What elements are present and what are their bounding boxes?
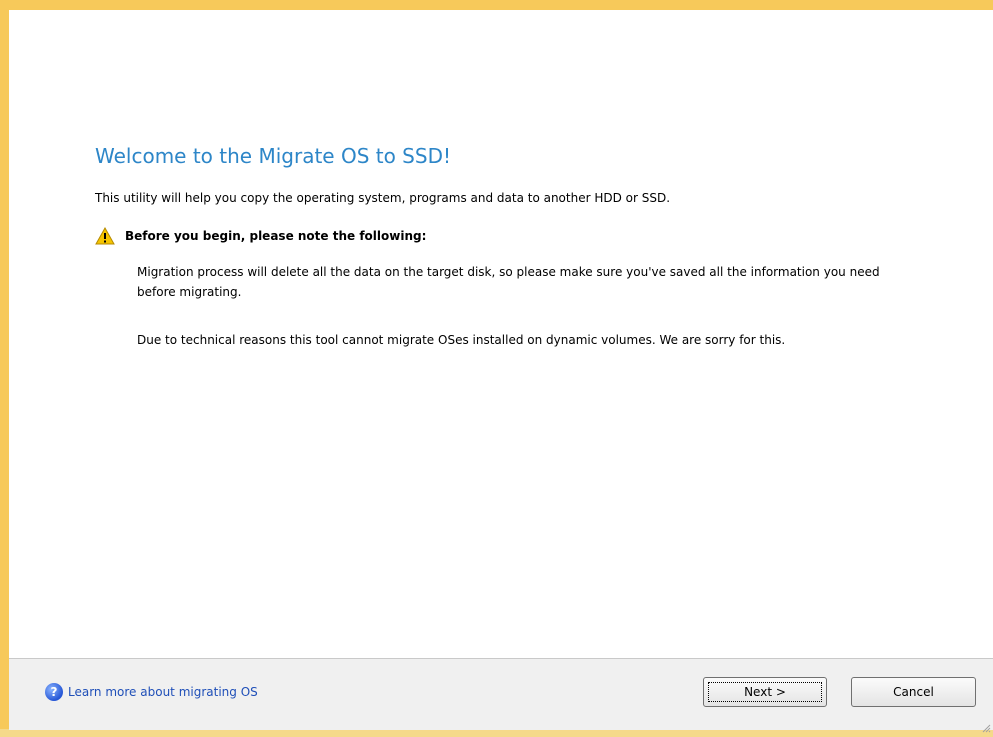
learn-more-label: Learn more about migrating OS bbox=[68, 685, 258, 699]
note-data-deletion: Migration process will delete all the da… bbox=[137, 265, 880, 299]
learn-more-link[interactable]: ? Learn more about migrating OS bbox=[45, 683, 258, 701]
wizard-window: Welcome to the Migrate OS to SSD! This u… bbox=[0, 0, 993, 733]
page-title: Welcome to the Migrate OS to SSD! bbox=[95, 144, 451, 168]
warning-heading: Before you begin, please note the follow… bbox=[125, 229, 427, 243]
warning-icon bbox=[95, 226, 115, 245]
wizard-client-area: Welcome to the Migrate OS to SSD! This u… bbox=[9, 10, 993, 733]
next-button-label: Next > bbox=[708, 682, 822, 702]
intro-text: This utility will help you copy the oper… bbox=[95, 191, 671, 205]
help-icon: ? bbox=[45, 683, 63, 701]
resize-grip-icon[interactable] bbox=[981, 718, 991, 733]
cancel-button[interactable]: Cancel bbox=[851, 677, 976, 707]
next-button[interactable]: Next > bbox=[703, 677, 827, 707]
warning-row: Before you begin, please note the follow… bbox=[95, 226, 427, 245]
note-dynamic-volumes: Due to technical reasons this tool canno… bbox=[137, 333, 786, 347]
wizard-footer: ? Learn more about migrating OS Next > C… bbox=[9, 658, 993, 733]
wizard-content: Welcome to the Migrate OS to SSD! This u… bbox=[9, 10, 993, 658]
